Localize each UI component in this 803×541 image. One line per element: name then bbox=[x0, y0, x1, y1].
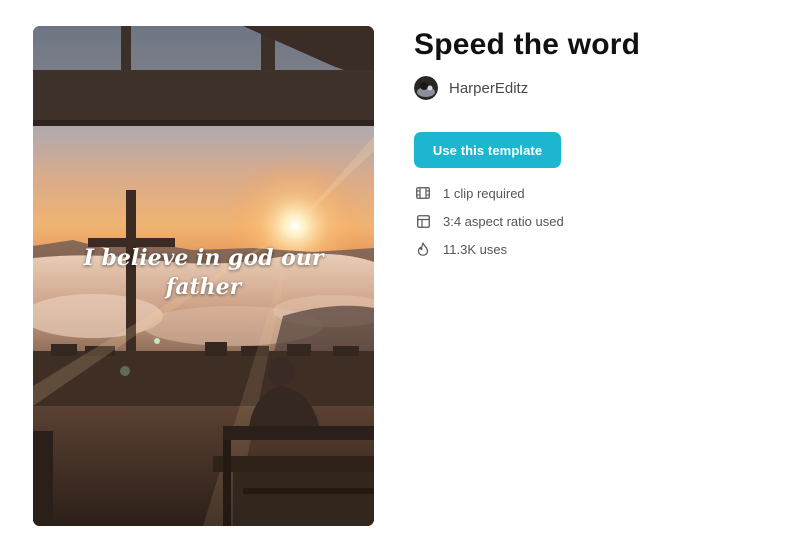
layout-icon bbox=[414, 212, 432, 230]
meta-text: 1 clip required bbox=[443, 185, 525, 201]
template-preview[interactable]: I believe in god our father bbox=[33, 26, 374, 526]
avatar-image bbox=[414, 76, 438, 100]
meta-item-uses: 11.3K uses bbox=[414, 240, 564, 258]
film-clip-icon bbox=[414, 184, 432, 202]
template-title: Speed the word bbox=[414, 28, 641, 61]
flame-icon bbox=[414, 240, 432, 258]
template-meta-list: 1 clip required 3:4 aspect ratio used 11… bbox=[414, 184, 564, 268]
meta-item-clips: 1 clip required bbox=[414, 184, 564, 202]
meta-item-aspect-ratio: 3:4 aspect ratio used bbox=[414, 212, 564, 230]
meta-text: 3:4 aspect ratio used bbox=[443, 213, 564, 229]
author-avatar bbox=[414, 76, 438, 100]
template-detail-page: I believe in god our father Speed the wo… bbox=[0, 0, 803, 541]
author-link[interactable]: HarperEditz bbox=[414, 76, 528, 100]
preview-caption: I believe in god our father bbox=[83, 245, 324, 300]
author-name: HarperEditz bbox=[449, 79, 529, 97]
use-template-button[interactable]: Use this template bbox=[414, 132, 561, 168]
meta-text: 11.3K uses bbox=[443, 241, 508, 257]
